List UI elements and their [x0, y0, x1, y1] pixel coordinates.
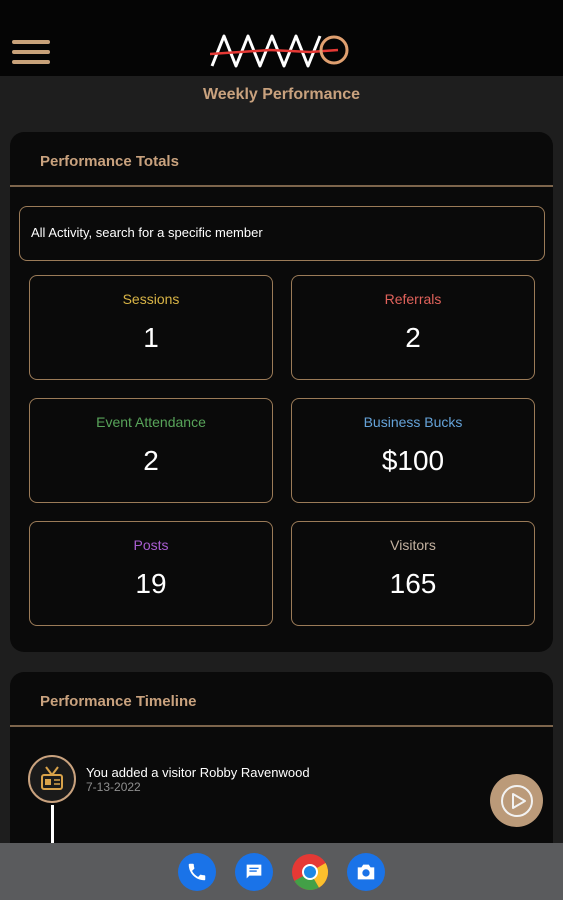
system-dock [0, 843, 563, 900]
stat-label: Event Attendance [96, 414, 206, 430]
stat-label: Referrals [384, 291, 442, 307]
chrome-icon[interactable] [291, 853, 329, 891]
performance-totals-title: Performance Totals [40, 153, 179, 170]
visitor-badge-icon [28, 755, 76, 803]
performance-totals-card: Performance Totals All Activity, search … [10, 132, 553, 652]
stat-value: 165 [389, 568, 437, 599]
timeline-connector [51, 805, 54, 845]
performance-timeline-title: Performance Timeline [40, 693, 197, 710]
stat-value: 1 [143, 322, 159, 353]
stat-card-referrals[interactable]: Referrals 2 [291, 275, 535, 380]
stat-label: Sessions [122, 291, 180, 307]
timeline-item-text: You added a visitor Robby Ravenwood [86, 765, 310, 780]
stat-card-visitors[interactable]: Visitors 165 [291, 521, 535, 626]
timeline-item-date: 7-13-2022 [86, 780, 141, 794]
page-title: Weekly Performance [202, 86, 361, 103]
camera-icon[interactable] [347, 853, 385, 891]
divider [10, 185, 553, 187]
stat-value: $100 [381, 445, 445, 476]
stat-label: Posts [133, 537, 169, 553]
messages-icon[interactable] [235, 853, 273, 891]
stat-card-sessions[interactable]: Sessions 1 [29, 275, 273, 380]
app-bar [0, 0, 563, 76]
divider [10, 725, 553, 727]
play-icon [500, 784, 533, 817]
app-logo [210, 34, 349, 68]
stat-value: 2 [405, 322, 421, 353]
play-video-button[interactable] [490, 774, 543, 827]
stat-value: 2 [143, 445, 159, 476]
phone-icon[interactable] [178, 853, 216, 891]
member-search-field[interactable]: All Activity, search for a specific memb… [19, 206, 545, 261]
menu-icon[interactable] [12, 40, 50, 66]
stat-card-posts[interactable]: Posts 19 [29, 521, 273, 626]
stat-card-event-attendance[interactable]: Event Attendance 2 [29, 398, 273, 503]
stat-label: Business Bucks [363, 414, 463, 430]
stat-label: Visitors [390, 537, 436, 553]
stat-value: 19 [135, 568, 167, 599]
stat-card-business-bucks[interactable]: Business Bucks $100 [291, 398, 535, 503]
